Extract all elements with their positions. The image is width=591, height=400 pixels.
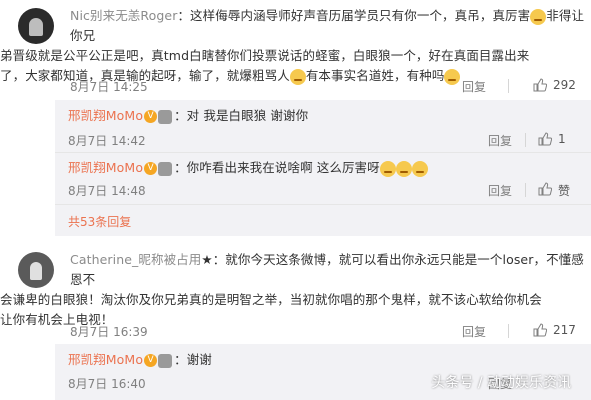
comment-text: Catherine_昵称被占用★：就你今天这条微博，就可以看出你永远只能是一个l… [0,252,584,327]
emoji-icon [411,160,428,177]
emoji-icon [444,68,461,85]
emoji-icon [395,160,412,177]
reply-author[interactable]: 邢凯翔MoMo [68,160,143,175]
reply-author[interactable]: 邢凯翔MoMo [68,352,143,367]
emoji-icon [379,160,396,177]
watermark: 头条号 / 动动娱乐资讯 [431,375,571,391]
reply-time: 8月7日 16:40 [68,377,146,391]
like-label[interactable]: 赞 [558,182,570,199]
member-icon [158,109,173,124]
member-icon [158,353,173,368]
avatar[interactable] [18,8,54,44]
like-count: 292 [553,78,576,92]
thumbs-up-icon[interactable] [538,182,552,196]
comment-time: 8月7日 14:25 [70,80,148,94]
thumbs-up-icon[interactable] [533,323,547,337]
comment-author[interactable]: Nic别来无恙Roger [70,8,177,23]
more-replies-link[interactable]: 共53条回复 [68,213,131,230]
thumbs-up-icon[interactable] [533,78,547,92]
reply-time: 8月7日 14:42 [68,134,146,148]
emoji-icon [289,68,306,85]
verified-icon: V [144,110,158,123]
comment-text: Nic别来无恙Roger：这样侮辱内涵导师好声音历届学员只有你一个，真吊，真厉害… [0,8,585,85]
thumbs-up-icon[interactable] [538,132,552,146]
reply-button[interactable]: 回复 [462,323,486,340]
comment-author[interactable]: Catherine_昵称被占用 [70,252,201,267]
divider [508,79,509,93]
member-icon [158,161,173,176]
star-icon: ★ [201,252,213,267]
verified-icon: V [144,162,158,175]
reply-button[interactable]: 回复 [488,132,512,149]
reply-author[interactable]: 邢凯翔MoMo [68,108,143,123]
reply-time: 8月7日 14:48 [68,184,146,198]
emoji-icon [530,8,547,25]
comment-time: 8月7日 16:39 [70,325,148,339]
reply-button[interactable]: 回复 [488,182,512,199]
avatar[interactable] [18,252,54,288]
verified-icon: V [144,354,158,367]
like-count: 1 [558,132,566,146]
like-count: 217 [553,323,576,337]
reply-button[interactable]: 回复 [462,78,486,95]
